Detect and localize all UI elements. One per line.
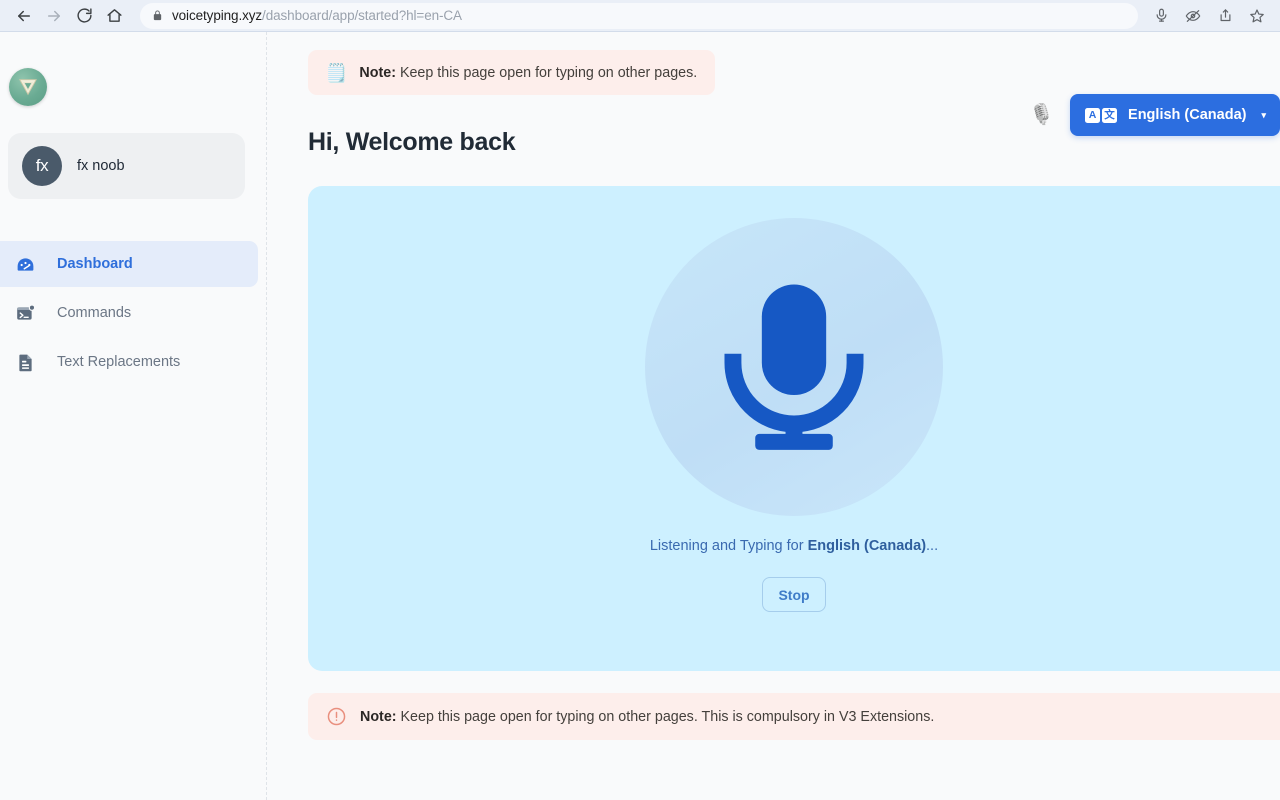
header-actions: 🎙️ A 文 English (Canada) ▾ [1029, 94, 1280, 136]
share-icon[interactable] [1212, 3, 1238, 29]
browser-action-icons [1148, 3, 1270, 29]
chevron-down-icon: ▾ [1261, 110, 1266, 121]
sidebar-item-dashboard[interactable]: Dashboard [0, 241, 258, 287]
microphone-icon[interactable] [1148, 3, 1174, 29]
translate-icon: A 文 [1085, 108, 1117, 123]
gauge-icon [14, 253, 36, 275]
sidebar-item-label: Dashboard [57, 256, 133, 272]
main-content: 🗒️ Note: Keep this page open for typing … [267, 32, 1280, 800]
listening-status-text: Listening and Typing for English (Canada… [650, 538, 938, 554]
browser-toolbar: voicetyping.xyz/dashboard/app/started?hl… [0, 0, 1280, 32]
bottom-note-prefix: Note: [360, 709, 397, 725]
sidebar-item-label: Text Replacements [57, 354, 180, 370]
listening-language: English (Canada) [808, 538, 926, 554]
translate-icon-left: A [1085, 108, 1100, 123]
sidebar-item-text-replacements[interactable]: Text Replacements [0, 339, 258, 385]
bottom-note-text: Note: Keep this page open for typing on … [360, 709, 934, 725]
url-domain: voicetyping.xyz [172, 8, 262, 23]
lock-icon [152, 9, 163, 22]
bottom-note-banner: Note: Keep this page open for typing on … [308, 693, 1280, 740]
document-icon [14, 351, 36, 373]
listening-hero-card: Listening and Typing for English (Canada… [308, 186, 1280, 671]
language-selector-button[interactable]: A 文 English (Canada) ▾ [1070, 94, 1280, 136]
forward-button[interactable] [40, 2, 68, 30]
url-path: /dashboard/app/started?hl=en-CA [262, 8, 462, 23]
stop-button[interactable]: Stop [762, 577, 826, 612]
language-label: English (Canada) [1128, 107, 1246, 123]
avatar: fx [22, 146, 62, 186]
voicetyping-logo[interactable] [9, 68, 47, 106]
user-name: fx noob [77, 158, 125, 174]
studio-microphone-icon[interactable]: 🎙️ [1029, 105, 1054, 125]
sidebar-item-label: Commands [57, 305, 131, 321]
terminal-icon [14, 302, 36, 324]
back-button[interactable] [10, 2, 38, 30]
url-text: voicetyping.xyz/dashboard/app/started?hl… [172, 8, 462, 23]
home-button[interactable] [100, 2, 128, 30]
top-note-banner: 🗒️ Note: Keep this page open for typing … [308, 50, 715, 95]
address-bar[interactable]: voicetyping.xyz/dashboard/app/started?hl… [140, 3, 1138, 29]
eye-slash-icon[interactable] [1180, 3, 1206, 29]
listening-prefix: Listening and Typing for [650, 538, 808, 554]
sticky-note-icon: 🗒️ [325, 64, 347, 82]
app-shell: fx fx noob Dashboard Commands Text [0, 32, 1280, 800]
bookmark-star-icon[interactable] [1244, 3, 1270, 29]
user-card[interactable]: fx fx noob [8, 133, 245, 199]
sidebar: fx fx noob Dashboard Commands Text [0, 32, 267, 800]
top-note-prefix: Note: [359, 65, 396, 81]
bottom-note-body: Keep this page open for typing on other … [401, 709, 935, 725]
sidebar-item-commands[interactable]: Commands [0, 290, 258, 336]
top-note-text: Note: Keep this page open for typing on … [359, 65, 697, 81]
alert-circle-icon [326, 706, 347, 727]
sidebar-nav: Dashboard Commands Text Replacements [0, 241, 266, 385]
microphone-illustration [645, 218, 943, 516]
listening-suffix: ... [926, 538, 938, 554]
top-note-body: Keep this page open for typing on other … [400, 65, 697, 81]
reload-button[interactable] [70, 2, 98, 30]
translate-icon-right: 文 [1102, 108, 1117, 123]
